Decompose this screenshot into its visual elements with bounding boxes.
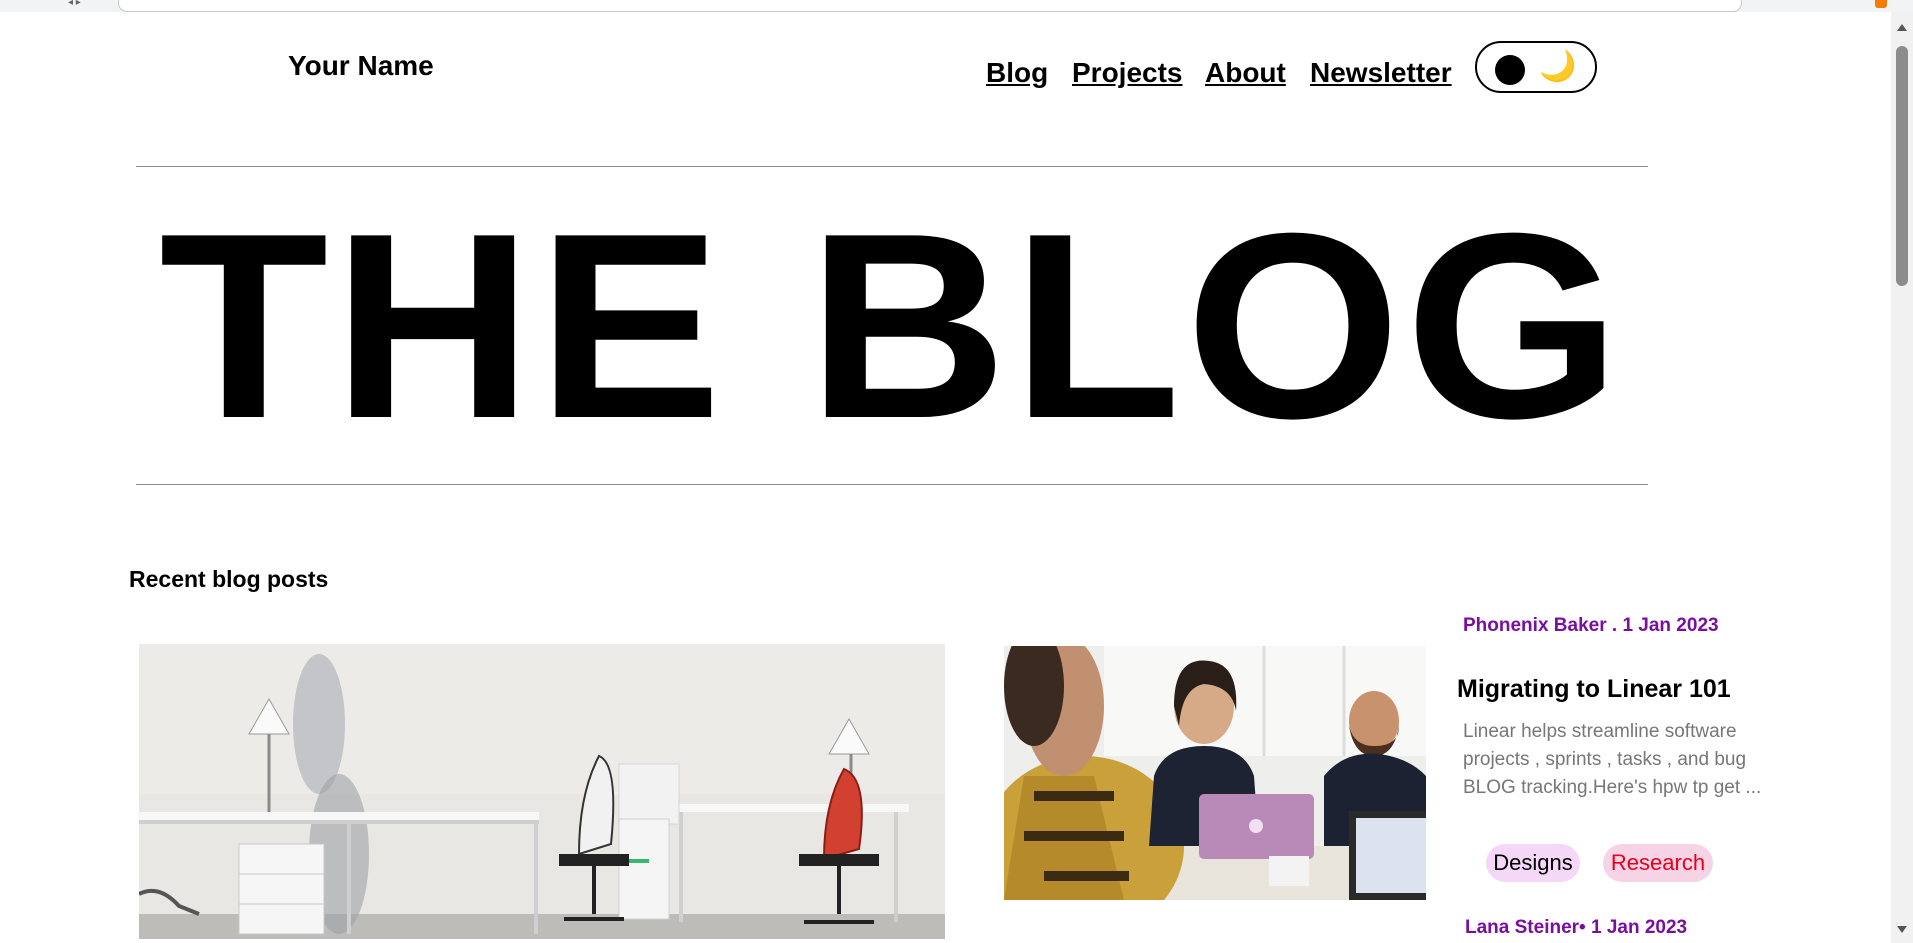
nav-blog[interactable]: Blog xyxy=(986,57,1048,89)
post-meta: Phonenix Baker . 1 Jan 2023 xyxy=(1463,615,1719,636)
moon-icon: 🌙 xyxy=(1539,50,1577,83)
post-title[interactable]: Migrating to Linear 101 xyxy=(1457,675,1731,704)
browser-nav-icon[interactable]: ◂ ▸ xyxy=(68,0,81,8)
toggle-knob-icon xyxy=(1495,55,1525,85)
vertical-scrollbar[interactable] xyxy=(1891,12,1913,943)
nav-newsletter[interactable]: Newsletter xyxy=(1310,57,1452,89)
tag-designs[interactable]: Designs xyxy=(1486,844,1580,882)
browser-chrome: ◂ ▸ xyxy=(0,0,1913,12)
site-brand[interactable]: Your Name xyxy=(288,50,434,82)
nav-about[interactable]: About xyxy=(1205,57,1286,89)
address-bar[interactable] xyxy=(118,0,1742,12)
post-image-linear[interactable] xyxy=(1004,646,1426,900)
hero-top-divider xyxy=(136,166,1648,167)
post-excerpt: Linear helps streamline software project… xyxy=(1463,721,1762,798)
theme-toggle[interactable]: 🌙 xyxy=(1475,41,1597,93)
nav-projects[interactable]: Projects xyxy=(1072,57,1183,89)
recent-posts-heading: Recent blog posts xyxy=(129,566,329,592)
tag-research[interactable]: Research xyxy=(1603,844,1713,882)
scroll-thumb[interactable] xyxy=(1896,46,1908,286)
featured-post-image[interactable] xyxy=(139,644,945,939)
scroll-up-icon[interactable] xyxy=(1897,24,1907,31)
scroll-down-icon[interactable] xyxy=(1897,926,1907,933)
hero-bottom-divider xyxy=(136,484,1648,485)
hero-title: THE BLOG xyxy=(159,178,1625,473)
extension-icon[interactable] xyxy=(1875,0,1887,8)
post-meta: Lana Steiner• 1 Jan 2023 xyxy=(1465,917,1688,938)
